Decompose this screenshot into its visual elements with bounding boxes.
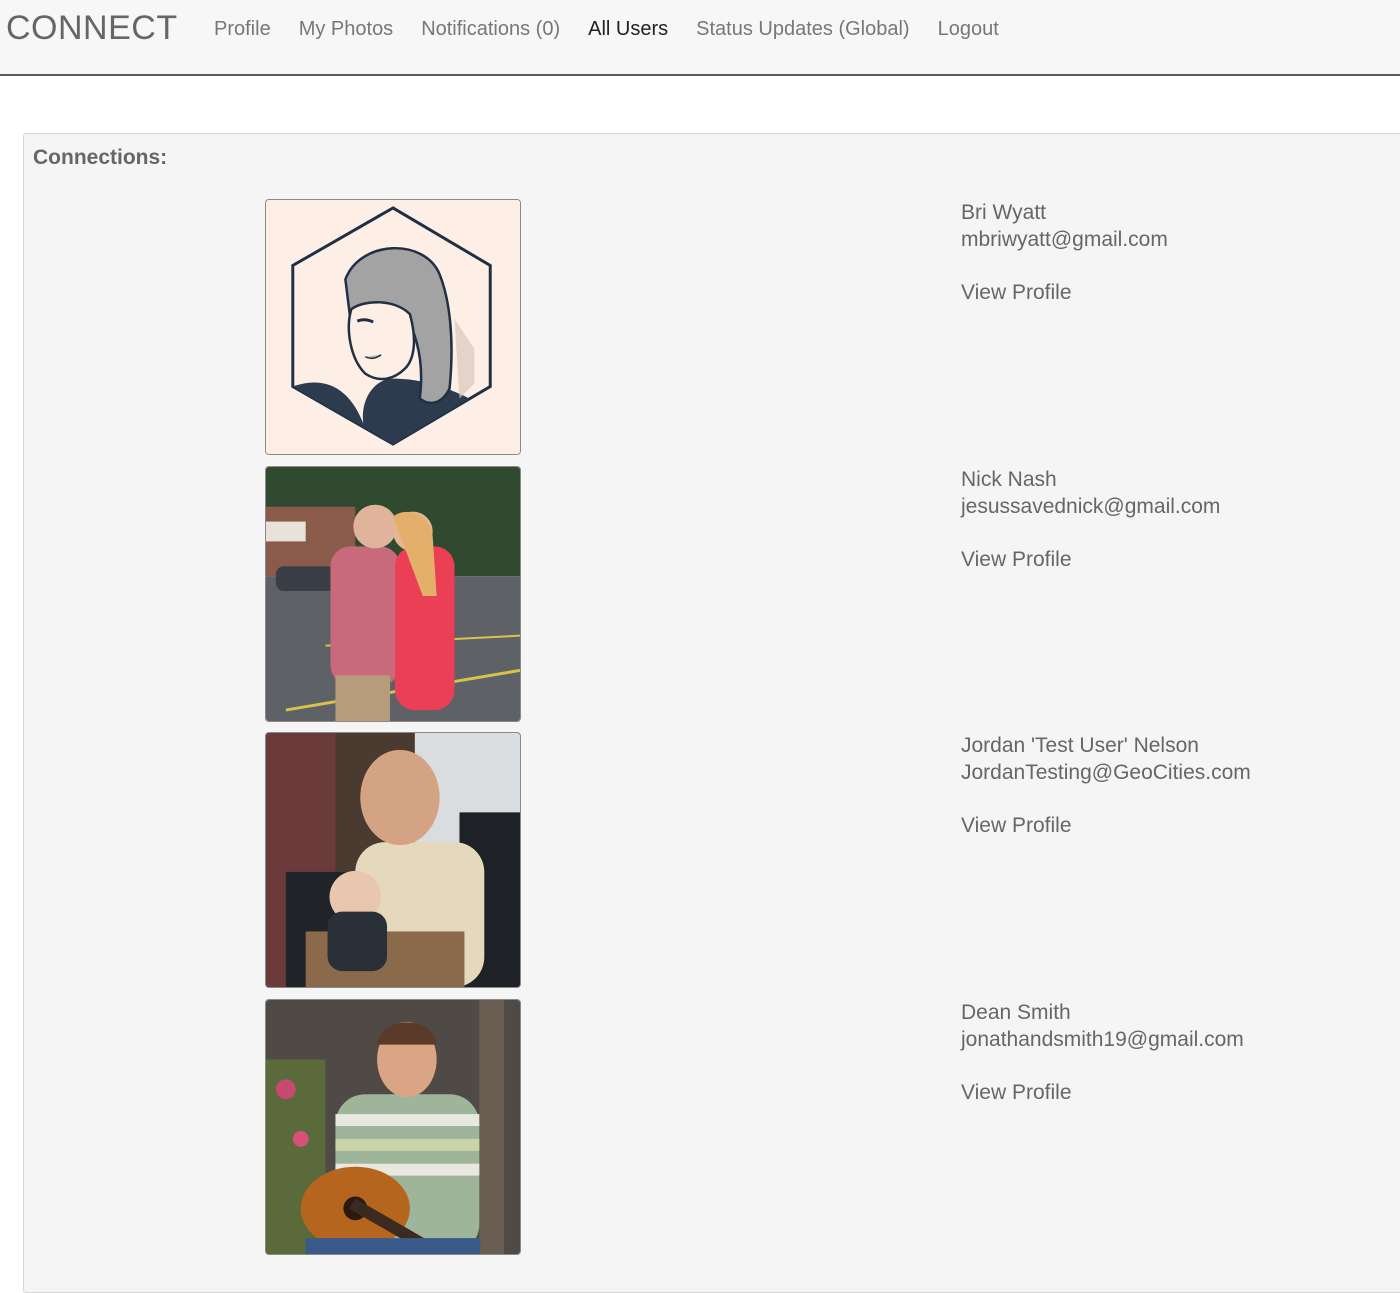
- view-profile-link[interactable]: View Profile: [961, 1079, 1072, 1106]
- avatar-photo[interactable]: [265, 732, 521, 988]
- nav-my-photos[interactable]: My Photos: [285, 18, 407, 41]
- connection-email: JordanTesting@GeoCities.com: [961, 761, 1251, 784]
- top-navbar: CONNECT Profile My Photos Notifications …: [0, 0, 1400, 76]
- nav-status-updates[interactable]: Status Updates (Global): [682, 18, 923, 41]
- connection-name: Jordan 'Test User' Nelson: [961, 734, 1199, 757]
- connection-card: Jordan 'Test User' Nelson JordanTesting@…: [265, 732, 1365, 990]
- connection-card: Nick Nash jesussavednick@gmail.com View …: [265, 466, 1365, 724]
- connection-info: Dean Smith jonathandsmith19@gmail.com Vi…: [961, 999, 1244, 1106]
- nav-profile[interactable]: Profile: [200, 18, 285, 41]
- connection-email: jesussavednick@gmail.com: [961, 495, 1221, 518]
- view-profile-link[interactable]: View Profile: [961, 812, 1072, 839]
- connection-email: mbriwyatt@gmail.com: [961, 228, 1168, 251]
- connection-name: Dean Smith: [961, 1001, 1071, 1024]
- avatar-photo[interactable]: [265, 466, 521, 722]
- nav-logout[interactable]: Logout: [924, 18, 1013, 41]
- connections-panel: Connections: Bri Wyatt mbriwyatt@gmail.c…: [23, 133, 1400, 1293]
- brand-logo[interactable]: CONNECT: [6, 8, 178, 48]
- connection-info: Nick Nash jesussavednick@gmail.com View …: [961, 466, 1220, 573]
- connection-info: Jordan 'Test User' Nelson JordanTesting@…: [961, 732, 1251, 839]
- view-profile-link[interactable]: View Profile: [961, 546, 1072, 573]
- connection-name: Bri Wyatt: [961, 201, 1046, 224]
- nav-links: Profile My Photos Notifications (0) All …: [200, 0, 1013, 58]
- avatar-photo[interactable]: [265, 999, 521, 1255]
- connections-title: Connections:: [33, 146, 168, 169]
- nav-all-users[interactable]: All Users: [574, 18, 682, 41]
- connection-email: jonathandsmith19@gmail.com: [961, 1028, 1244, 1051]
- view-profile-link[interactable]: View Profile: [961, 279, 1072, 306]
- connection-info: Bri Wyatt mbriwyatt@gmail.com View Profi…: [961, 199, 1168, 306]
- avatar-illustration[interactable]: [265, 199, 521, 455]
- connection-card: Bri Wyatt mbriwyatt@gmail.com View Profi…: [265, 199, 1365, 457]
- connection-card: Dean Smith jonathandsmith19@gmail.com Vi…: [265, 999, 1365, 1257]
- connection-name: Nick Nash: [961, 468, 1057, 491]
- nav-notifications[interactable]: Notifications (0): [407, 18, 574, 41]
